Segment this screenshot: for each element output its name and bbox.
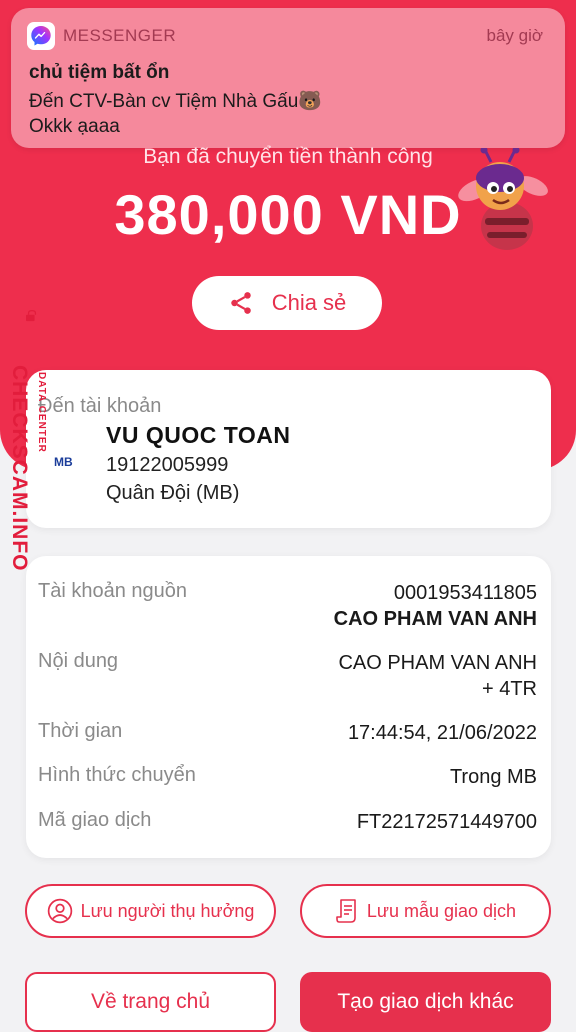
home-button[interactable]: Về trang chủ (25, 972, 276, 1032)
method-value: Trong MB (449, 766, 537, 788)
lock-watermark-icon (26, 310, 37, 322)
messenger-icon (27, 22, 55, 50)
recipient-bank: Quân Đội (MB) (106, 482, 240, 504)
save-beneficiary-button[interactable]: Lưu người thụ hưởng (25, 884, 276, 938)
bee-mascot-icon (458, 148, 548, 250)
recipient-account: 19122005999 (106, 454, 229, 476)
share-icon (230, 292, 251, 314)
notification-time: bây giờ (486, 26, 543, 45)
content-value: CAO PHAM VAN ANH + 4TR (338, 650, 537, 702)
method-label: Hình thức chuyển (38, 764, 196, 786)
recipient-card: Đến tài khoản MB VU QUOC TOAN 1912200599… (26, 370, 551, 528)
notification-title: chủ tiệm bất ổn (29, 62, 170, 83)
new-transaction-button[interactable]: Tạo giao dịch khác (300, 972, 551, 1032)
time-value: 17:44:54, 21/06/2022 (347, 722, 537, 744)
source-account-name: CAO PHAM VAN ANH (333, 608, 537, 630)
recipient-label: Đến tài khoản (38, 395, 162, 417)
time-label: Thời gian (38, 720, 123, 742)
content-line-2: + 4TR (481, 678, 537, 700)
source-account-number: 0001953411805 (393, 582, 537, 604)
share-button[interactable]: Chia sẻ (192, 276, 382, 330)
transaction-details-card: Tài khoản nguồn 0001953411805 CAO PHAM V… (26, 556, 551, 858)
source-account-row: Tài khoản nguồn 0001953411805 CAO PHAM V… (38, 580, 537, 632)
transaction-id-row: Mã giao dịch FT22172571449700 (38, 809, 537, 835)
notification-app-name: MESSENGER (63, 26, 177, 45)
transaction-id-value: FT22172571449700 (356, 811, 537, 833)
notification-subtitle: Đến CTV-Bàn cv Tiệm Nhà Gấu🐻 (29, 91, 322, 112)
messenger-notification[interactable]: MESSENGER bây giờ chủ tiệm bất ổn Đến CT… (11, 8, 565, 148)
share-label: Chia sẻ (271, 290, 347, 315)
watermark-subtitle: DATA CENTER (36, 372, 47, 453)
content-label: Nội dung (38, 650, 119, 672)
save-beneficiary-label: Lưu người thụ hưởng (80, 900, 255, 921)
save-template-button[interactable]: Lưu mẫu giao dịch (300, 884, 551, 938)
mb-bank-logo: MB (54, 455, 73, 469)
source-account-value: 0001953411805 CAO PHAM VAN ANH (334, 580, 537, 632)
content-row: Nội dung CAO PHAM VAN ANH + 4TR (38, 650, 537, 702)
transaction-id-label: Mã giao dịch (38, 809, 152, 831)
document-icon (336, 899, 356, 923)
method-row: Hình thức chuyển Trong MB (38, 764, 537, 790)
recipient-name: VU QUOC TOAN (106, 422, 291, 448)
save-template-label: Lưu mẫu giao dịch (366, 900, 517, 921)
content-line-1: CAO PHAM VAN ANH (338, 652, 537, 674)
notification-message: Okkk ạaaa (29, 116, 120, 137)
watermark-site: CHECKSCAM.INFO (8, 365, 31, 572)
user-icon (47, 898, 72, 924)
time-row: Thời gian 17:44:54, 21/06/2022 (38, 720, 537, 746)
source-account-label: Tài khoản nguồn (38, 580, 188, 602)
